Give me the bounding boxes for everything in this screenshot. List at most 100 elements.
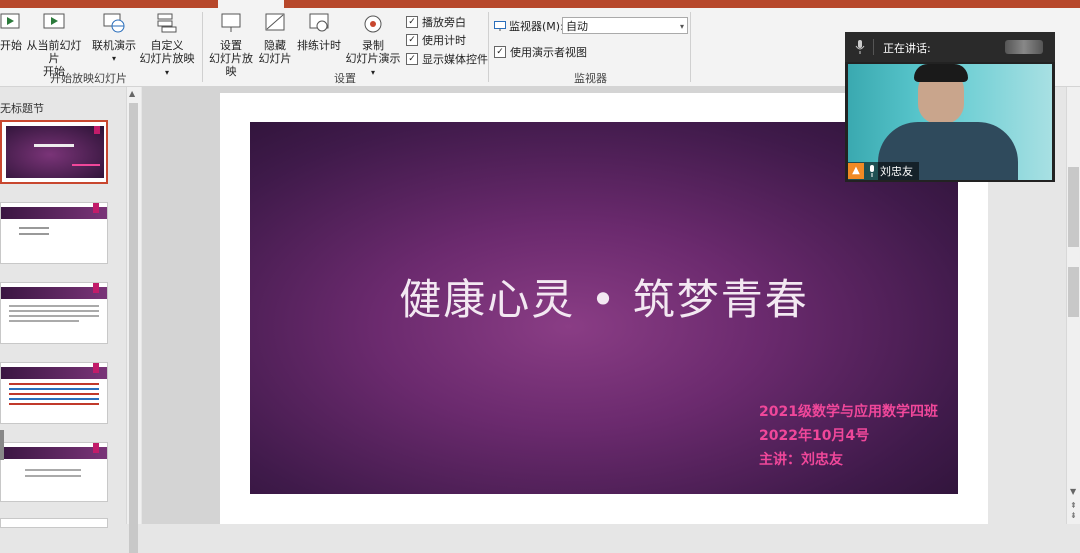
slide-class-line: 2021级数学与应用数学四班 (759, 404, 938, 420)
monitor-label: 监视器(M): (494, 18, 564, 34)
use-timings-checkbox[interactable]: ✓ 使用计时 (406, 32, 466, 48)
record-show-label-1: 录制 (362, 39, 384, 52)
scrollbar-thumb[interactable] (1068, 167, 1079, 247)
slide-thumbnail-1[interactable] (0, 120, 108, 184)
chevron-down-icon: ▾ (679, 22, 684, 31)
hide-slide-button[interactable]: 隐藏 幻灯片 (258, 12, 292, 65)
scroll-down-icon[interactable]: ▼ (1070, 487, 1076, 496)
hide-slide-label-2: 幻灯片 (258, 52, 292, 65)
thumb-4-line (9, 398, 99, 400)
thumb-1-sub-line (72, 164, 100, 166)
thumb-4-header (1, 367, 107, 379)
microphone-icon[interactable] (855, 40, 865, 54)
participant-name-bar: ▲ 刘忠友 (848, 162, 919, 180)
checkmark-icon: ✓ (494, 46, 506, 58)
record-show-button[interactable]: 录制 幻灯片演示 ▾ (342, 12, 404, 79)
header-divider (873, 39, 874, 55)
thumb-5-tab (93, 443, 99, 453)
thumb-2-line (19, 227, 49, 229)
setup-show-label-2: 幻灯片放映 (209, 52, 253, 78)
custom-show-label-2-text: 幻灯片放映 (139, 52, 195, 65)
checkmark-icon: ✓ (406, 34, 418, 46)
stopwatch-icon (309, 13, 329, 32)
slide-thumbnail-2[interactable] (0, 202, 108, 264)
slide-speaker-line: 主讲：刘忠友 (759, 452, 843, 468)
from-current-button[interactable]: 从当前幻灯片 开始 (22, 12, 86, 78)
checkmark-icon: ✓ (406, 16, 418, 28)
play-narrations-checkbox[interactable]: ✓ 播放旁白 (406, 14, 466, 30)
online-present-label: 联机演示 (92, 39, 136, 52)
thumb-2-line (19, 233, 49, 235)
chevron-down-icon: ▾ (111, 54, 116, 63)
from-beginning-button[interactable]: 开始 (0, 12, 22, 52)
checkmark-icon: ✓ (406, 53, 418, 65)
monitor-select-value: 自动 (566, 20, 588, 33)
custom-show-button[interactable]: 自定义 幻灯片放映 ▾ (136, 12, 198, 79)
thumb-1-bg (6, 126, 104, 178)
rehearse-timings-button[interactable]: 排练计时 (296, 12, 342, 52)
microphone-icon (870, 165, 874, 177)
thumb-5-header (1, 447, 107, 459)
thumbnail-scrollbar[interactable]: ▲ (126, 87, 141, 553)
thumb-5-line (25, 475, 81, 477)
chevron-down-icon: ▾ (370, 68, 375, 77)
record-show-label-2-text: 幻灯片演示 (345, 52, 401, 65)
monitor-label-text: 监视器(M): (509, 20, 564, 33)
from-current-label-1: 从当前幻灯片 (26, 39, 82, 65)
speaking-label: 正在讲话: (883, 42, 931, 55)
thumb-3-line (9, 310, 99, 312)
setup-icon (221, 13, 241, 32)
thumb-4-line (9, 388, 99, 390)
scrollbar-thumb[interactable] (129, 103, 138, 553)
setup-show-label-1: 设置 (220, 39, 242, 52)
title-bar (0, 0, 1080, 8)
monitor-icon (494, 20, 506, 31)
section-header[interactable]: 无标题节 (0, 100, 44, 116)
rehearse-timings-label: 排练计时 (297, 39, 341, 52)
use-presenter-view-label: 使用演示者视图 (510, 46, 587, 59)
monitor-select[interactable]: 自动 ▾ (562, 17, 688, 34)
thumb-3-header (1, 287, 107, 299)
slide-thumbnail-5[interactable] (0, 442, 108, 502)
page-up-icon[interactable]: ⇞ (1070, 501, 1077, 510)
person-hair (914, 64, 968, 82)
tab-slideshow[interactable] (218, 0, 284, 8)
custom-show-label-1: 自定义 (150, 39, 184, 52)
hide-slide-icon (265, 13, 285, 31)
slide-date-line: 2022年10月4号 (759, 428, 870, 444)
slide-play-icon (43, 13, 65, 29)
editor-scrollbar[interactable]: ▼ ⇞ ⇟ (1066, 87, 1080, 524)
slide-title: 健康心灵 • 筑梦青春 (399, 275, 809, 324)
custom-slides-icon (157, 13, 177, 33)
participant-name: 刘忠友 (880, 165, 913, 178)
thumb-3-line (9, 315, 99, 317)
show-media-controls-label: 显示媒体控件 (422, 53, 488, 66)
page-down-icon[interactable]: ⇟ (1070, 511, 1077, 520)
scroll-up-icon[interactable]: ▲ (129, 89, 135, 98)
group-divider (690, 12, 691, 82)
splitter-handle[interactable] (0, 430, 4, 460)
thumb-2-tab (93, 203, 99, 213)
record-icon (364, 15, 382, 33)
scrollbar-thumb-secondary[interactable] (1068, 267, 1079, 317)
show-media-controls-checkbox[interactable]: ✓ 显示媒体控件 (406, 51, 488, 67)
use-presenter-view-checkbox[interactable]: ✓ 使用演示者视图 (494, 44, 587, 60)
globe-icon (103, 13, 125, 33)
meeting-video-window[interactable]: 正在讲话: ▲ 刘忠友 (845, 32, 1055, 182)
setup-show-button[interactable]: 设置 幻灯片放映 (204, 12, 258, 78)
group-start-label: 开始放映幻灯片 (50, 72, 127, 85)
online-present-button[interactable]: 联机演示 ▾ (90, 12, 138, 65)
from-beginning-label: 开始 (0, 39, 22, 52)
slide-thumbnail-6[interactable] (0, 518, 108, 528)
slide-thumbnail-3[interactable] (0, 282, 108, 344)
slide-thumbnail-4[interactable] (0, 362, 108, 424)
chevron-down-icon: ▾ (164, 68, 169, 77)
thumb-3-line (9, 305, 99, 307)
thumb-4-line (9, 403, 99, 405)
custom-show-label-2: 幻灯片放映 ▾ (136, 52, 198, 79)
thumb-4-line (9, 393, 99, 395)
group-setup-label: 设置 (334, 72, 356, 85)
hide-slide-label-1: 隐藏 (264, 39, 286, 52)
group-monitor-label: 监视器 (574, 72, 607, 85)
group-divider (202, 12, 203, 82)
